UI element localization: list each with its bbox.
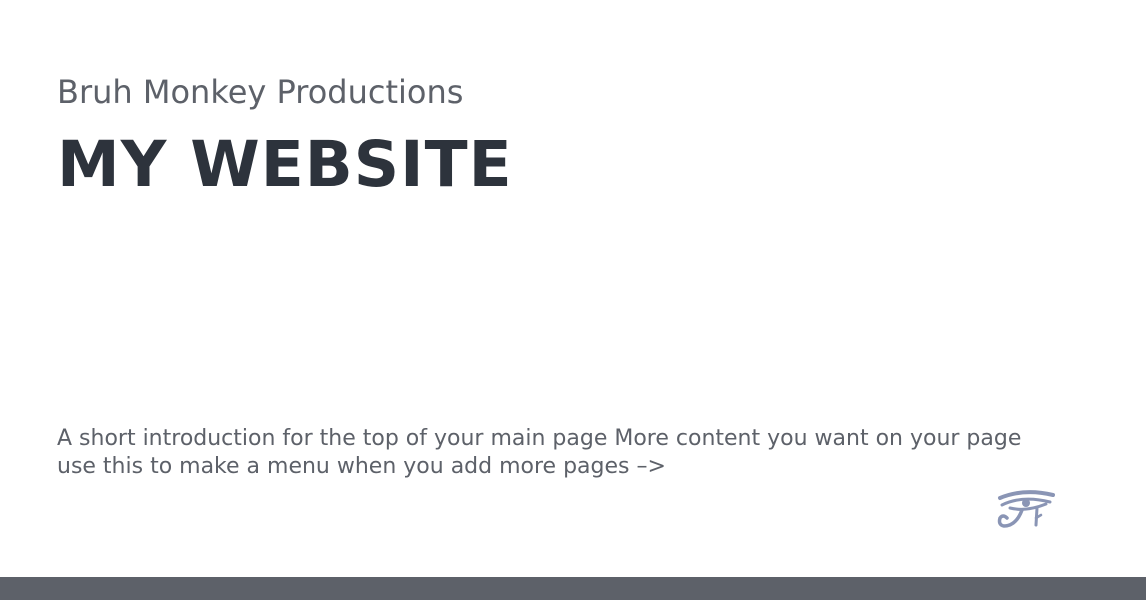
site-subtitle: Bruh Monkey Productions bbox=[57, 73, 464, 111]
eye-of-horus-icon bbox=[996, 488, 1056, 532]
page-title: MY WEBSITE bbox=[57, 128, 513, 201]
page: Bruh Monkey Productions MY WEBSITE A sho… bbox=[0, 0, 1146, 600]
intro-text: A short introduction for the top of your… bbox=[57, 426, 1022, 479]
footer-bar bbox=[0, 577, 1146, 600]
